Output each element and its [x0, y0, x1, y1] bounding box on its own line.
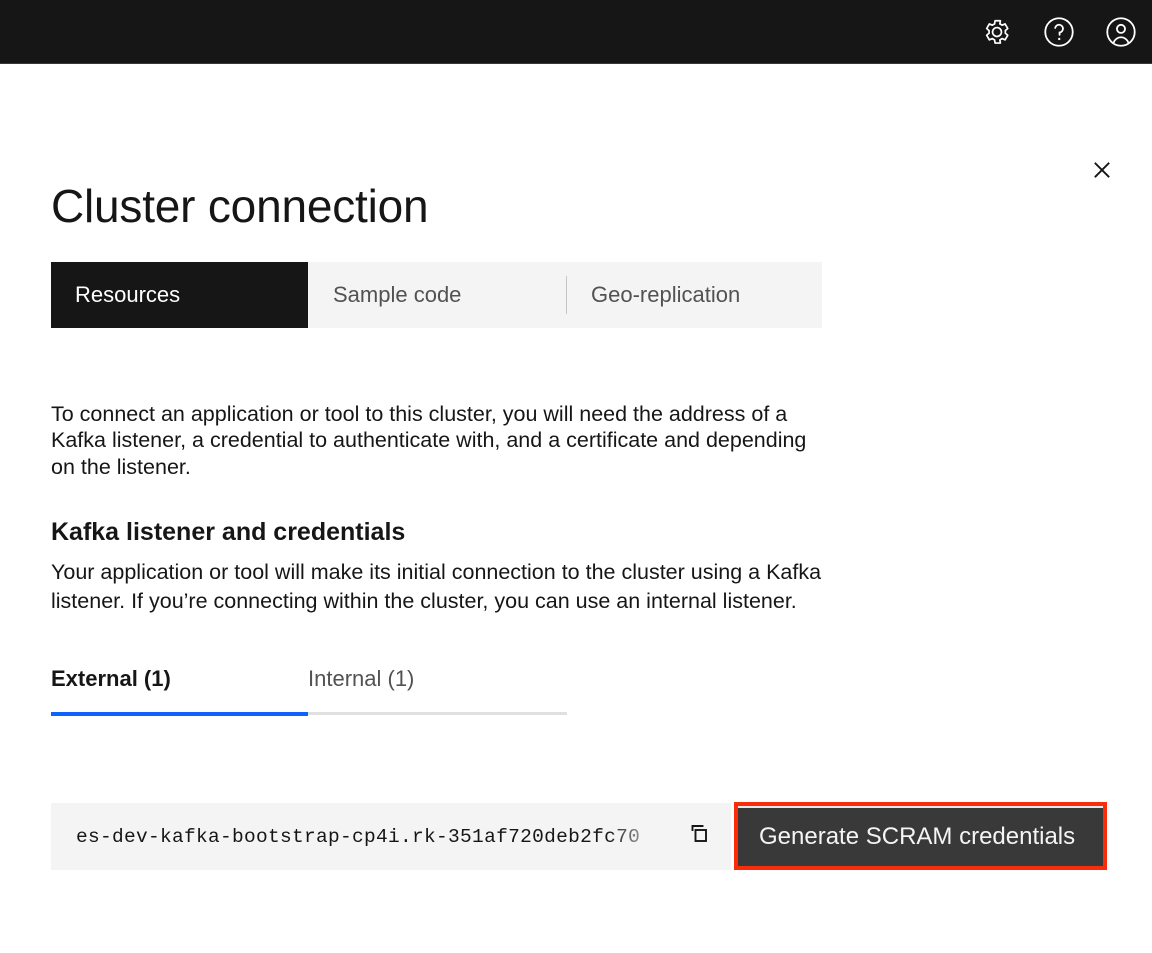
- tab-external-listener[interactable]: External (1): [51, 664, 308, 716]
- content-switcher: Resources Sample code Geo-replication: [51, 262, 822, 328]
- help-icon-button[interactable]: [1028, 0, 1090, 64]
- user-avatar-icon: [1103, 14, 1139, 50]
- generate-scram-credentials-button[interactable]: Generate SCRAM credentials: [738, 806, 1103, 866]
- close-icon: [1091, 159, 1113, 186]
- help-icon: [1041, 14, 1077, 50]
- bootstrap-address-field: es-dev-kafka-bootstrap-cp4i.rk-351af720d…: [51, 803, 731, 870]
- tab-sample-code[interactable]: Sample code: [308, 262, 566, 328]
- copy-icon: [684, 819, 714, 854]
- page-title: Cluster connection: [51, 179, 429, 232]
- tab-geo-replication[interactable]: Geo-replication: [566, 262, 822, 328]
- copy-address-button[interactable]: [667, 803, 731, 870]
- close-button[interactable]: [1082, 152, 1122, 192]
- listener-tabs: External (1) Internal (1): [51, 664, 567, 716]
- header-icon-group: [966, 0, 1152, 64]
- bootstrap-address-value: es-dev-kafka-bootstrap-cp4i.rk-351af720d…: [76, 825, 641, 848]
- scram-button-highlight: Generate SCRAM credentials: [734, 802, 1107, 870]
- listener-tabs-active-indicator: [51, 712, 308, 716]
- settings-icon-button[interactable]: [966, 0, 1028, 64]
- cluster-connection-panel: Cluster connection Resources Sample code…: [0, 64, 1152, 953]
- tab-internal-listener[interactable]: Internal (1): [308, 664, 567, 716]
- section-heading: Kafka listener and credentials: [51, 517, 406, 546]
- section-description: Your application or tool will make its i…: [51, 559, 822, 613]
- global-header: [0, 0, 1152, 64]
- gear-icon: [980, 15, 1014, 49]
- cluster-connection-page: Cluster connection Resources Sample code…: [0, 0, 1152, 953]
- intro-paragraph: To connect an application or tool to thi…: [51, 401, 807, 479]
- user-avatar-button[interactable]: [1090, 0, 1152, 64]
- tab-resources[interactable]: Resources: [51, 262, 308, 328]
